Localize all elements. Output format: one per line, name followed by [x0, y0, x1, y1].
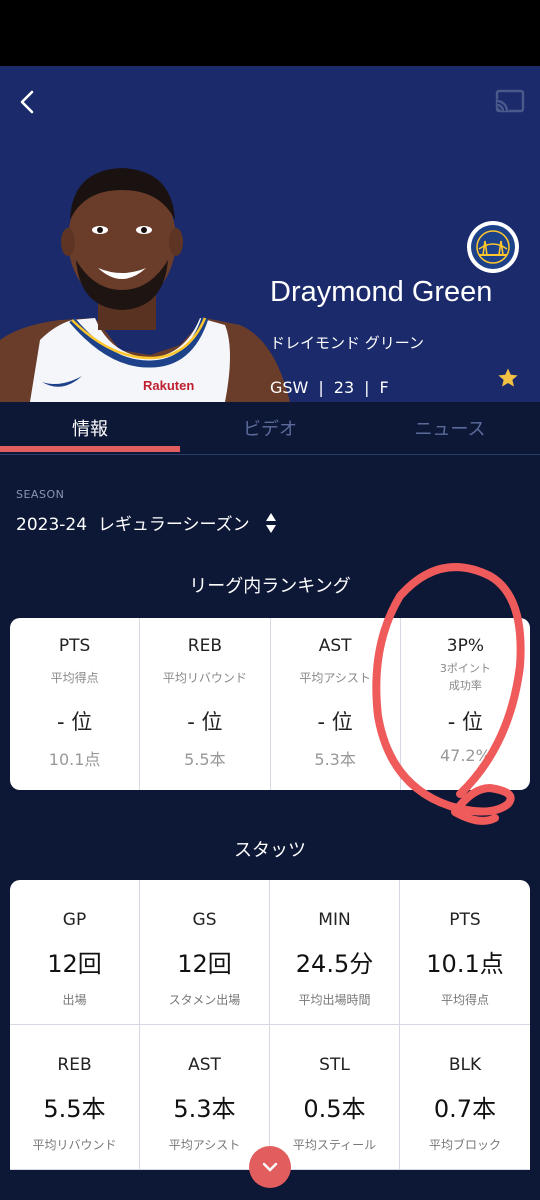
season-value: 2023-24 レギュラーシーズン [16, 515, 250, 535]
back-arrow-icon[interactable] [14, 88, 42, 116]
stats-section-title: スタッツ [234, 840, 306, 861]
ranking-section-title: リーグ内ランキング [189, 576, 351, 597]
ranking-sub: 平均アシスト [299, 671, 371, 685]
stat-sub: 平均得点 [440, 993, 489, 1007]
stat-min: MIN 24.5分 平均出場時間 [270, 880, 400, 1025]
stat-ast: AST 5.3本 平均アシスト [140, 1025, 270, 1170]
season-selector[interactable]: 2023-24 レギュラーシーズン [16, 510, 278, 535]
stat-reb: REB 5.5本 平均リバウンド [10, 1025, 140, 1170]
team-logo [467, 221, 519, 273]
season-label: SEASON [16, 488, 65, 501]
scroll-down-button[interactable] [249, 1146, 291, 1188]
stat-value: 12回 [47, 950, 102, 978]
player-position: F [379, 378, 389, 397]
active-tab-indicator [0, 446, 180, 452]
stat-abbr: MIN [318, 910, 351, 930]
player-header: Rakuten Draymond Green ドレイモンド グリーン GSW |… [0, 66, 540, 402]
stat-value: 24.5分 [295, 950, 374, 978]
status-bar [0, 0, 540, 66]
stat-value: 0.7本 [433, 1095, 497, 1123]
stat-pts: PTS 10.1点 平均得点 [400, 880, 530, 1025]
stat-gp: GP 12回 出場 [10, 880, 140, 1025]
stat-abbr: GP [62, 910, 87, 930]
stat-sub: 平均ブロック [428, 1138, 501, 1152]
stat-abbr: STL [319, 1055, 350, 1075]
player-meta: GSW | 23 | F [270, 378, 389, 397]
stat-sub: 平均リバウンド [32, 1138, 117, 1152]
cast-icon[interactable] [494, 88, 526, 116]
ranking-rank: - 位 [317, 710, 353, 734]
jersey-number: 23 [333, 378, 355, 397]
ranking-card: PTS 平均得点 - 位 10.1点 REB 平均リバウンド - 位 5.5本 … [10, 618, 530, 790]
ranking-item-3p: 3P% 3ポイント 成功率 - 位 47.2% [401, 618, 530, 790]
stat-abbr: BLK [448, 1055, 482, 1075]
ranking-value: 5.5本 [184, 750, 226, 769]
stats-grid: GP 12回 出場 GS 12回 スタメン出場 MIN 24.5分 平均出場時間… [10, 880, 530, 1170]
tab-news[interactable]: ニュース [360, 402, 540, 454]
meta-separator: | [318, 378, 324, 397]
ranking-rank: - 位 [56, 710, 93, 734]
sort-arrows-icon [265, 512, 276, 533]
ranking-rank: - 位 [447, 710, 483, 734]
ranking-abbr: REB [187, 636, 222, 656]
stat-value: 5.3本 [173, 1095, 236, 1123]
stat-value: 0.5本 [303, 1095, 366, 1123]
stat-gs: GS 12回 スタメン出場 [140, 880, 270, 1025]
ranking-item-pts: PTS 平均得点 - 位 10.1点 [10, 618, 141, 790]
player-name: Draymond Green [270, 276, 493, 308]
stat-value: 10.1点 [426, 950, 504, 978]
meta-separator: | [364, 378, 370, 397]
svg-text:Rakuten: Rakuten [143, 378, 194, 393]
ranking-abbr: 3P% [446, 636, 484, 656]
stat-sub: 出場 [62, 993, 87, 1007]
ranking-value: 10.1点 [48, 750, 101, 769]
stat-abbr: AST [188, 1055, 221, 1075]
chevron-down-icon [262, 1162, 278, 1172]
ranking-abbr: PTS [58, 636, 91, 656]
tab-video[interactable]: ビデオ [180, 402, 360, 454]
stat-value: 12回 [177, 950, 232, 978]
stat-abbr: REB [57, 1055, 92, 1075]
stat-sub: 平均アシスト [168, 1138, 241, 1152]
player-name-japanese: ドレイモンド グリーン [270, 334, 425, 352]
stat-stl: STL 0.5本 平均スティール [270, 1025, 400, 1170]
ranking-item-reb: REB 平均リバウンド - 位 5.5本 [140, 618, 271, 790]
ranking-sub: 平均リバウンド [162, 671, 247, 685]
star-icon[interactable] [497, 367, 519, 389]
stat-sub: 平均スティール [292, 1138, 377, 1152]
ranking-item-ast: AST 平均アシスト - 位 5.3本 [271, 618, 401, 790]
ranking-sub: 平均得点 [50, 671, 99, 685]
ranking-value: 47.2% [439, 746, 491, 765]
ranking-value: 5.3本 [314, 750, 356, 769]
stat-sub: スタメン出場 [168, 993, 241, 1007]
team-abbr: GSW [270, 378, 309, 397]
stat-sub: 平均出場時間 [298, 993, 371, 1007]
player-photo: Rakuten [0, 168, 290, 402]
ranking-sub: 3ポイント 成功率 [439, 662, 491, 692]
stat-value: 5.5本 [43, 1095, 106, 1123]
stat-abbr: PTS [449, 910, 481, 930]
ranking-rank: - 位 [187, 710, 223, 734]
stat-abbr: GS [192, 910, 217, 930]
stat-blk: BLK 0.7本 平均ブロック [400, 1025, 530, 1170]
ranking-abbr: AST [318, 636, 352, 656]
